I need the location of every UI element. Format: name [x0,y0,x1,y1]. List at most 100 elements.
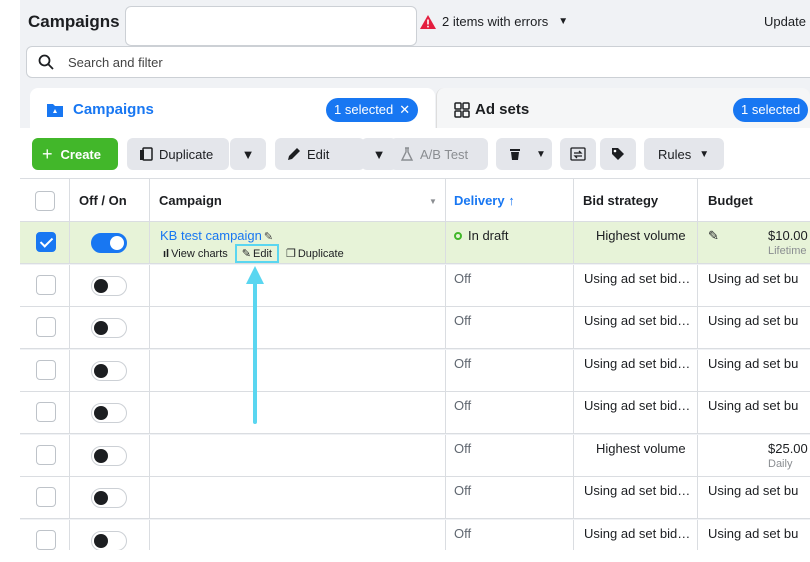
pencil-icon: ✎ [241,248,251,260]
sort-caret-icon[interactable]: ▼ [429,197,437,206]
table-row[interactable]: Off Using ad set bid… Using ad set bu [20,477,810,519]
close-icon[interactable]: ✕ [399,102,410,117]
duplicate-dropdown-button[interactable]: ▼ [230,138,266,170]
table-row[interactable]: Off Using ad set bid… Using ad set bu [20,392,810,434]
bid-strategy-cell: Using ad set bid… [584,525,691,541]
row-checkbox[interactable] [36,359,56,380]
delivery-text: Off [454,313,472,328]
column-header-budget[interactable]: Budget [708,193,753,208]
view-charts-link[interactable]: ıl View charts [160,244,231,263]
on-off-toggle[interactable] [91,318,127,338]
row-checkbox[interactable] [36,487,56,507]
bid-strategy-cell: Using ad set bid… [584,270,691,286]
on-off-toggle[interactable] [91,360,127,381]
create-button[interactable]: + Create [32,138,118,170]
selected-badge-label: 1 selected [741,102,801,117]
delivery-status: Off [454,483,471,498]
delivery-text: Off [454,355,472,371]
row-checkbox[interactable] [36,402,56,422]
toggle-knob [94,448,108,463]
row-checkbox[interactable] [36,274,56,295]
bid-strategy-cell: Highest volume [596,228,686,243]
tab-ad-sets[interactable]: Ad sets 1 selected [436,88,810,132]
errors-dropdown[interactable]: 2 items with errors ▼ [420,14,568,29]
top-bar: Campaigns 2 items with errors ▼ Update [20,6,810,46]
delivery-status: Off [454,313,471,328]
on-off-toggle[interactable] [91,403,127,423]
on-off-toggle[interactable] [91,530,127,550]
delivery-status: Off [454,526,471,541]
delivery-status: Off [454,398,471,413]
delivery-status: Off [454,441,471,456]
on-off-toggle[interactable] [91,445,127,466]
selected-badge-label: 1 selected [334,102,394,117]
row-checkbox[interactable] [36,529,56,550]
row-actions: ıl View charts ✎ Edit ❐ Duplicate [160,244,347,263]
campaign-cell-blank [150,434,366,476]
row-edit-link[interactable]: ✎ Edit [234,244,279,263]
table-row[interactable]: Off Using ad set bid… Using ad set bu [20,264,810,307]
on-off-toggle[interactable] [91,233,127,253]
on-off-toggle[interactable] [91,488,127,508]
campaign-cell-blank [150,349,366,391]
campaign-name-link[interactable]: KB test campaign ✎ [160,228,273,243]
select-all-checkbox[interactable] [35,191,55,211]
campaign-cell-blank [150,392,366,433]
delete-button[interactable]: ▼ [496,138,552,170]
export-icon [570,147,586,161]
tag-icon [612,148,624,160]
row-duplicate-link[interactable]: ❐ Duplicate [283,244,347,263]
tab-ad-sets-label: Ad sets [475,101,530,118]
table-row[interactable]: Off Highest volume $25.00 Daily [20,434,810,477]
delivery-status: Off [454,356,471,371]
create-label: Create [60,146,101,162]
update-label[interactable]: Update [764,14,806,29]
ab-test-label: A/B Test [420,146,469,162]
errors-label: 2 items with errors [442,14,549,29]
bid-strategy-cell: Using ad set bid… [584,355,691,371]
tag-button[interactable] [600,138,636,170]
column-header-bid-strategy[interactable]: Bid strategy [583,193,658,208]
row-checkbox[interactable] [36,232,56,252]
tab-campaigns[interactable]: Campaigns 1 selected ✕ [30,88,435,132]
toggle-knob [94,321,108,335]
table-row[interactable]: Off Using ad set bid… Using ad set bu [20,349,810,392]
delivery-text: Off [454,483,472,498]
budget-cell: Using ad set bu [708,270,799,286]
duplicate-button[interactable]: Duplicate [127,138,229,170]
budget-cell: Using ad set bu [708,313,799,328]
pencil-icon[interactable]: ✎ [708,228,719,244]
grid-icon [454,102,470,118]
campaign-name-box[interactable] [125,6,417,46]
status-dot-icon [454,232,462,240]
column-header-delivery[interactable]: Delivery ↑ [454,193,515,208]
row-duplicate-label: Duplicate [297,247,344,260]
ads-manager-frame: Campaigns 2 items with errors ▼ Update S… [20,0,810,550]
duplicate-label: Duplicate [159,146,214,162]
row-checkbox[interactable] [36,444,56,465]
column-header-off-on[interactable]: Off / On [79,193,127,208]
search-input[interactable]: Search and filter [26,46,810,78]
rules-button[interactable]: Rules ▼ [644,138,724,170]
export-button[interactable] [560,138,596,170]
selected-badge[interactable]: 1 selected ✕ [326,98,419,122]
edit-button[interactable]: Edit [275,138,365,170]
column-header-campaign[interactable]: Campaign [159,193,222,208]
pencil-icon[interactable]: ✎ [264,231,273,243]
selected-badge[interactable]: 1 selected [733,98,809,122]
chevron-down-icon: ▼ [372,146,386,162]
page-title: Campaigns [28,12,120,31]
chevron-down-icon: ▼ [699,148,710,160]
ab-test-button[interactable]: A/B Test [390,138,488,170]
duplicate-icon [140,147,153,161]
row-edit-label: Edit [253,247,272,260]
toggle-knob [94,491,108,505]
row-checkbox[interactable] [36,317,56,337]
chevron-down-icon: ▼ [558,16,569,27]
table-row[interactable]: Off Using ad set bid… Using ad set bu [20,307,810,349]
table-row[interactable]: Off Using ad set bid… Using ad set bu [20,519,810,550]
on-off-toggle[interactable] [91,275,127,296]
bid-strategy-cell: Using ad set bid… [584,483,691,498]
budget-cell: Using ad set bu [708,398,799,413]
table-row[interactable]: KB test campaign ✎ ıl View charts ✎ Edit ❐ Dupl… [20,222,810,264]
